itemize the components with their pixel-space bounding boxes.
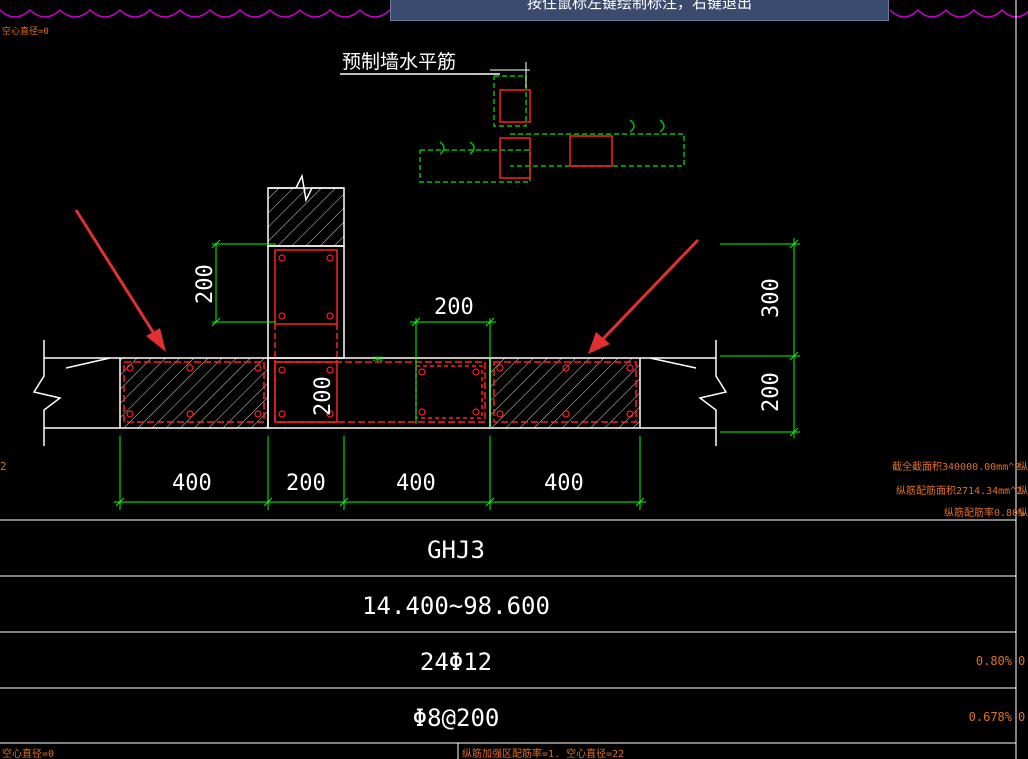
dim-mid-vertical-200: 200 [311, 376, 336, 416]
table-cell-longitudinal-rebar: 24Φ12 [420, 648, 492, 676]
drawing-heading: 预制墙水平筋 [342, 51, 456, 73]
table-right-trail-1: 0. [1018, 654, 1028, 668]
drawing-frame-top-right-arc [889, 8, 1028, 18]
note-gross-area: 截全截面积340000.00mm^2 [892, 460, 1020, 473]
note-rebar-ratio: 纵筋配筋率0.80% [944, 506, 1024, 519]
table-bottom-mid-note: 纵筋加强区配筋率=1. 空心直径=22 [462, 747, 624, 759]
side-label-3: 纵 [1018, 507, 1028, 519]
horizontal-rebar-detail [419, 62, 685, 183]
red-arrow-right [588, 238, 700, 354]
red-arrow-left [74, 209, 166, 352]
prefab-slab-left [119, 357, 269, 429]
command-tooltip: 按住鼠标左键绘制标注，右键退出 [390, 0, 889, 21]
prefab-slab-right [489, 357, 641, 429]
table-cell-elevation: 14.400~98.600 [362, 592, 550, 620]
table-right-value-1: 0.80% [976, 654, 1013, 668]
left-edge-label: 2 [0, 460, 7, 473]
dim-bottom-400-a: 400 [172, 471, 212, 496]
column-stem [267, 245, 345, 359]
dim-right-300: 300 [759, 278, 784, 318]
slab-break-right [640, 340, 728, 446]
top-left-note: 空心直径=0 [2, 25, 49, 37]
table-right-value-2: 0.678% [969, 710, 1013, 724]
table-bottom-left-note: 空心直径=0 [2, 747, 54, 759]
drawing-frame-top-left-arc [0, 8, 391, 18]
table-cell-stirrup: Φ8@200 [413, 704, 500, 732]
dim-top-left-200: 200 [193, 264, 218, 304]
side-label-2: 纵 [1018, 485, 1028, 497]
dim-bottom-400-c: 400 [544, 471, 584, 496]
table-cell-id: GHJ3 [427, 536, 485, 564]
slab-break-left [32, 340, 120, 446]
schedule-table-lines [0, 519, 1016, 759]
note-rebar-area: 纵筋配筋面积2714.34mm^2 [896, 484, 1022, 497]
dim-bottom-200: 200 [286, 471, 326, 496]
table-right-trail-2: 0.4 [1018, 710, 1028, 724]
cad-drawing-canvas[interactable]: 空心直径=0 预制墙水平筋 1Φ8 200 200 200 300 200 40… [0, 0, 1028, 759]
rebar-tag: 1Φ8 [372, 356, 383, 363]
dim-right-200: 200 [759, 372, 784, 412]
dim-bottom-400-b: 400 [396, 471, 436, 496]
dim-mid-200: 200 [434, 295, 474, 320]
side-label-1: 纵 [1018, 461, 1028, 473]
